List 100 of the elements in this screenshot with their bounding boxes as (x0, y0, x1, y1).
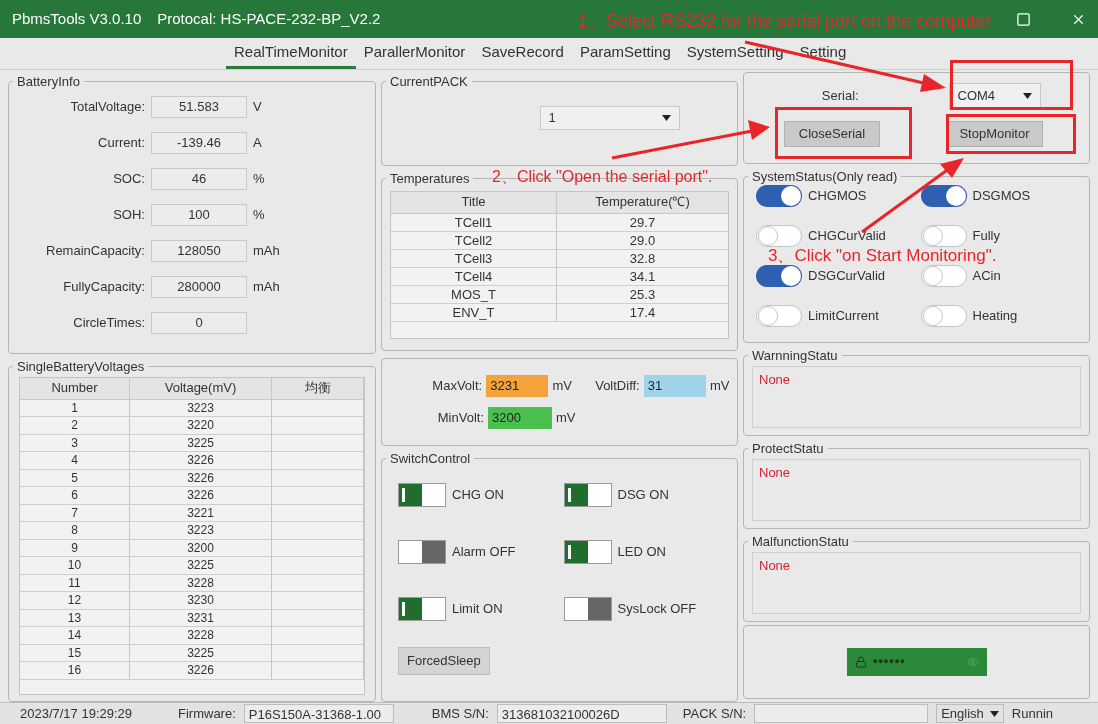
table-cell: 7 (20, 504, 130, 521)
group-title: SingleBatteryVoltages (16, 358, 146, 376)
group-title: CurrentPACK (389, 73, 469, 91)
switch-label: DSGMOS (972, 186, 1031, 205)
annotation-text: 2、Click "Open the serial port". (492, 167, 713, 187)
unit-label: mV (556, 409, 577, 428)
unit-label: % (253, 169, 265, 188)
group-title: SwitchControl (389, 450, 472, 468)
table-cell: 12 (20, 592, 130, 609)
field-label: Firmware: (178, 704, 236, 723)
value-field: 3231 (486, 375, 549, 397)
language-dropdown[interactable]: English (936, 704, 1004, 723)
field-label: Current: (97, 133, 145, 152)
dropdown[interactable]: 1 (539, 105, 680, 130)
field-label: FullyCapacity: (62, 277, 145, 296)
group-title: Temperatures (389, 170, 471, 188)
tab[interactable]: ParallerMonitor (355, 40, 474, 69)
field-label: RemainCapacity: (45, 241, 145, 260)
datetime-text: 2023/7/17 19:29:29 (20, 704, 134, 723)
window-title: PbmsTools V3.0.10 (12, 8, 142, 29)
unit-label: % (253, 205, 265, 224)
switch-label: ACin (972, 266, 1001, 285)
status-text: None (759, 371, 791, 387)
table-cell: TCell2 (391, 231, 557, 249)
table-cell: 3 (20, 434, 130, 451)
column-header: Title (391, 191, 557, 213)
switch-label: Alarm OFF (452, 542, 516, 561)
tab[interactable]: SaveRecord (473, 40, 572, 69)
state-text: Runnin (1011, 704, 1054, 723)
unit-label: V (253, 97, 262, 116)
field-label: VoltDiff: (594, 377, 640, 396)
table-cell: 3230 (130, 592, 272, 609)
field-label: MaxVolt: (431, 377, 483, 396)
table-cell: MOS_T (391, 285, 557, 303)
table-cell-text: 32.8 (628, 249, 657, 267)
forced-sleep-button[interactable]: ForcedSleep (398, 646, 490, 675)
table-cell: 5 (20, 469, 130, 486)
bms-sn-field: 313681032100026D (496, 704, 667, 723)
unit-label: mV (552, 377, 573, 396)
tab[interactable]: RealTimeMonitor (226, 40, 356, 69)
switch-label: Heating (972, 306, 1018, 325)
column-header: Number (20, 377, 130, 399)
field-label: MinVolt: (436, 409, 484, 428)
table-cell: 16 (20, 662, 130, 679)
annotation-text: 1、Select RS232 for the serial port on the computer (578, 11, 992, 31)
switch-label: Fully (972, 226, 1000, 245)
stop-monitor-button[interactable]: StopMonitor (946, 121, 1043, 147)
switch-label: LimitCurrent (808, 306, 879, 325)
table-cell: 2 (20, 417, 130, 434)
status-text: None (759, 464, 791, 480)
value-field: 51.583 (151, 95, 247, 118)
table-cell-text: 17.4 (628, 303, 657, 321)
table-cell: 3220 (130, 417, 272, 434)
table-cell: 3225 (130, 557, 272, 574)
table-cell: 3226 (130, 662, 272, 679)
unit-label: mAh (253, 241, 280, 260)
value-field: 31 (643, 375, 706, 397)
field-label: CircleTimes: (72, 313, 145, 332)
switch-label: CHGMOS (808, 186, 867, 205)
table-cell: 15 (20, 644, 130, 661)
unit-label: mV (709, 377, 731, 396)
table-cell: 11 (20, 574, 130, 591)
table-cell: 3231 (130, 609, 272, 626)
table-cell: ENV_T (391, 303, 557, 321)
value-field: 280000 (151, 275, 247, 298)
value-field: -139.46 (151, 131, 247, 154)
serial-label: Serial: (820, 87, 860, 106)
table-cell-text: 25.3 (628, 285, 657, 303)
tab[interactable]: ParamSetting (571, 40, 679, 69)
table-cell: 3223 (130, 399, 272, 416)
table-cell-text: 29.0 (628, 231, 657, 249)
column-header: Voltage(mV) (130, 377, 272, 399)
table-cell: 3225 (130, 434, 272, 451)
unit-label: mAh (253, 277, 280, 296)
switch-label: LED ON (617, 542, 666, 561)
table-cell: 3200 (130, 539, 272, 556)
table-cell: 4 (20, 452, 130, 469)
column-header: 均衡 (272, 377, 364, 399)
firmware-field: P16S150A-31368-1.00 (243, 704, 394, 723)
field-label: SOC: (112, 169, 145, 188)
value-field: 100 (151, 203, 247, 226)
table-cell: 3225 (130, 644, 272, 661)
table-cell: 3226 (130, 452, 272, 469)
group-title: MalfunctionStatu (751, 533, 850, 551)
table-cell: 3228 (130, 627, 272, 644)
status-text: None (759, 557, 791, 573)
switch-label: DSGCurValid (808, 266, 886, 285)
table-cell: 3223 (130, 522, 272, 539)
table-cell: 8 (20, 522, 130, 539)
table-cell: 6 (20, 487, 130, 504)
close-serial-button[interactable]: CloseSerial (784, 121, 880, 147)
switch-label: CHGCurValid (808, 226, 886, 245)
field-label: BMS S/N: (431, 704, 489, 723)
group-title: BatteryInfo (16, 73, 81, 91)
table-cell: TCell3 (391, 249, 557, 267)
tab[interactable]: SystemSetting (678, 40, 792, 69)
field-label: PACK S/N: (682, 704, 747, 723)
table-cell-text: 29.7 (628, 213, 657, 231)
value-field: 46 (151, 167, 247, 190)
table-cell-text: 34.1 (628, 267, 657, 285)
